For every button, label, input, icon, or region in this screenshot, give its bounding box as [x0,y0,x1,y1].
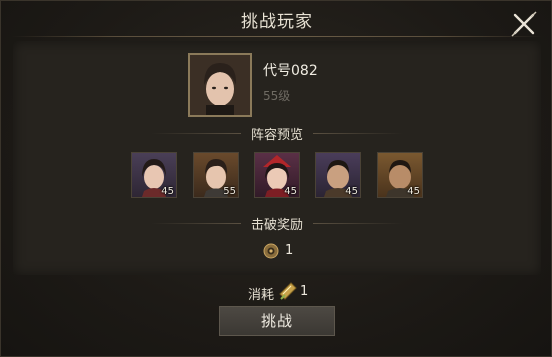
cost-label: 消耗 [248,288,275,303]
hero-slot-4[interactable]: 45 [315,152,361,198]
hero-slot-1[interactable]: 45 [131,152,177,198]
reward-heading-text: 击破奖励 [240,218,313,233]
hero-level: 45 [407,186,420,197]
reward-heading: 击破奖励 [151,214,403,233]
hero-level: 55 [223,186,236,197]
challenge-ticket-icon [277,280,299,302]
lineup-heading-text: 阵容预览 [240,128,313,143]
coin-icon [263,243,279,259]
close-button[interactable] [509,9,539,39]
hero-level: 45 [161,186,174,197]
lineup-heading: 阵容预览 [151,124,403,143]
challenge-dialog: 挑战玩家 代号082 55级 阵容预览 45 55 45 45 45 击破奖励 … [0,0,552,357]
hero-level: 45 [284,186,297,197]
player-name: 代号082 [263,63,318,79]
dialog-title: 挑战玩家 [241,12,313,32]
hero-slot-2[interactable]: 55 [193,152,239,198]
player-avatar [188,53,252,117]
player-level: 55级 [263,89,291,103]
title-divider [11,36,543,37]
reward-count: 1 [285,243,294,258]
challenge-button[interactable]: 挑战 [219,306,335,336]
player-portrait-icon [190,55,250,115]
hero-slot-3[interactable]: 45 [254,152,300,198]
hero-slot-5[interactable]: 45 [377,152,423,198]
close-x-icon [511,11,537,37]
cost-count: 1 [300,284,309,299]
hero-level: 45 [345,186,358,197]
